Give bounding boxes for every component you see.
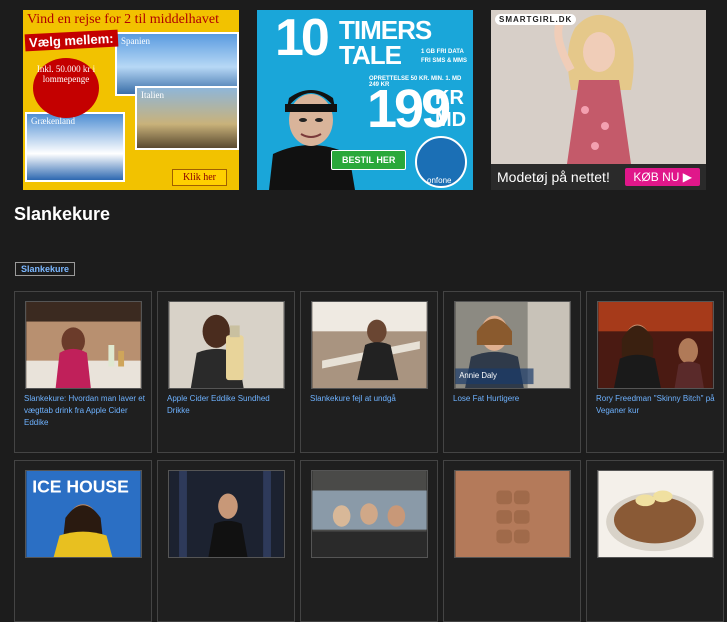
ad-fashion-brand: SMARTGIRL.DK xyxy=(495,14,577,25)
ad-fashion[interactable]: SMARTGIRL.DK Modetøj på nettet! KØB NU ▶ xyxy=(491,10,706,190)
ad-mobile-brand-name: onfone xyxy=(427,176,452,185)
video-card[interactable] xyxy=(300,460,438,622)
ad-travel-photo-italy: Italien xyxy=(135,86,239,150)
ad-travel-prize-badge: Inkl. 50.000 kr i lommepenge xyxy=(33,58,99,118)
video-title-link[interactable]: Slankekure fejl at undgå xyxy=(310,393,431,405)
ad-mobile-unit-md: MD xyxy=(435,109,467,131)
thumbnail-abs-image xyxy=(455,471,570,557)
ad-banner-row: Vind en rejse for 2 til middelhavet Span… xyxy=(23,10,713,190)
ad-mobile-word-tale: TALE xyxy=(339,40,402,70)
thumbnail-interview-image: Annie Daly xyxy=(455,302,570,388)
thumbnail-sign-text: ICE HOUSE xyxy=(32,477,129,497)
video-title-link[interactable]: Lose Fat Hurtigere xyxy=(453,393,574,405)
thumbnail-talkshow-image xyxy=(598,302,713,388)
video-thumbnail[interactable] xyxy=(168,301,285,389)
video-card[interactable]: Slankekure: Hvordan man laver et vægttab… xyxy=(14,291,152,453)
thumbnail-kitchen-image xyxy=(26,302,141,388)
video-thumbnail[interactable]: Annie Daly xyxy=(454,301,571,389)
ad-travel-click-button[interactable]: Klik her xyxy=(171,169,227,186)
ad-mobile-unit-kr: KR xyxy=(435,87,464,109)
ad-travel[interactable]: Vind en rejse for 2 til middelhavet Span… xyxy=(23,10,239,190)
video-card[interactable]: Slankekure fejl at undgå xyxy=(300,291,438,453)
page-title: Slankekure xyxy=(14,204,111,224)
ad-fashion-slogan: Modetøj på nettet! xyxy=(497,169,610,185)
thumbnail-comedian-image xyxy=(169,471,284,557)
video-card[interactable] xyxy=(443,460,581,622)
ad-mobile-man-figure xyxy=(269,90,355,190)
video-title-link[interactable]: Rory Freedman "Skinny Bitch" på Veganer … xyxy=(596,393,717,417)
video-card[interactable] xyxy=(586,460,724,622)
ad-mobile-data-info: 1 GB FRI DATA FRI SMS & MMS xyxy=(421,49,467,64)
video-card[interactable]: Annie Daly Lose Fat Hurtigere xyxy=(443,291,581,453)
thumbnail-caption-name: Annie Daly xyxy=(459,371,497,380)
thumbnail-car-image xyxy=(312,471,427,557)
video-card[interactable]: Apple Cider Eddike Sundhed Drikke xyxy=(157,291,295,453)
video-title-link[interactable]: Slankekure: Hvordan man laver et vægttab… xyxy=(24,393,145,429)
video-card[interactable]: Rory Freedman "Skinny Bitch" på Veganer … xyxy=(586,291,724,453)
video-thumbnail[interactable] xyxy=(597,301,714,389)
thumbnail-oatmeal-image xyxy=(598,471,713,557)
ad-mobile-hours-number: 10 xyxy=(275,10,330,67)
category-tag[interactable]: Slankekure xyxy=(15,262,76,276)
ad-travel-headline: Vind en rejse for 2 til middelhavet xyxy=(27,12,219,27)
video-thumbnail[interactable] xyxy=(311,301,428,389)
ad-travel-photo-greece: Grækenland xyxy=(25,112,125,182)
thumbnail-ice-house-image: ICE HOUSE xyxy=(26,471,141,557)
video-card[interactable]: ICE HOUSE xyxy=(14,460,152,622)
thumbnail-woman-drink-image xyxy=(169,302,284,388)
video-title-link[interactable]: Apple Cider Eddike Sundhed Drikke xyxy=(167,393,288,417)
ad-fashion-model-figure xyxy=(554,12,634,164)
video-thumbnail[interactable] xyxy=(25,301,142,389)
thumbnail-gym-image xyxy=(312,302,427,388)
ad-mobile-plan[interactable]: 10 TIMERS TALE 1 GB FRI DATA FRI SMS & MM… xyxy=(257,10,473,190)
ad-mobile-word-timers: TIMERS xyxy=(339,15,432,45)
ad-travel-choose-label: Vælg mellem: xyxy=(24,29,118,52)
ad-mobile-order-button[interactable]: BESTIL HER xyxy=(331,150,407,170)
play-arrow-icon: ▶ xyxy=(682,170,692,184)
ad-fashion-buy-button[interactable]: KØB NU ▶ xyxy=(625,168,700,186)
video-card[interactable] xyxy=(157,460,295,622)
